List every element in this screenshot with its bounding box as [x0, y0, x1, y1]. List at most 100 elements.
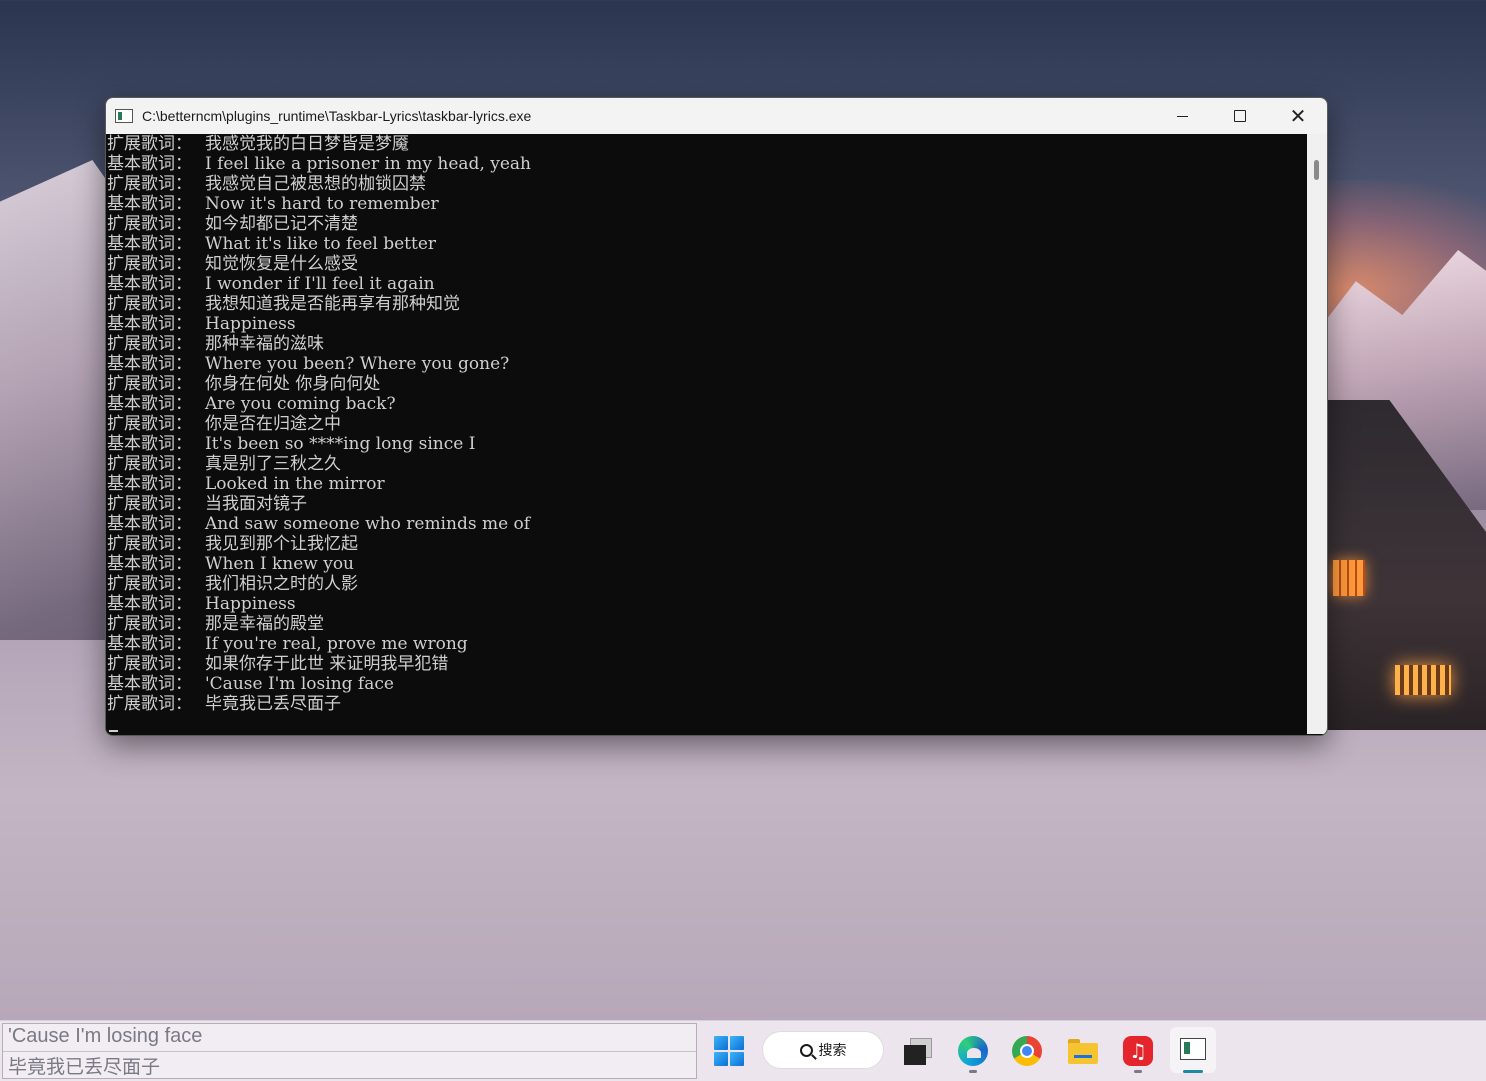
- console-line-text: I feel like a prisoner in my head, yeah: [205, 154, 531, 174]
- console-active-indicator: [1183, 1070, 1203, 1073]
- console-line: 扩展歌词： 当我面对镜子: [107, 494, 1306, 514]
- console-line-text: 那种幸福的滋味: [205, 334, 324, 354]
- lyric-translation-line: 毕竟我已丢尽面子: [8, 1056, 161, 1078]
- taskbar-lyrics-widget: 'Cause I'm losing face 毕竟我已丢尽面子: [2, 1023, 697, 1079]
- maximize-button[interactable]: [1211, 98, 1269, 134]
- console-line-text: Happiness: [205, 314, 296, 334]
- console-line-text: 我想知道我是否能再享有那种知觉: [205, 294, 460, 314]
- console-line: 扩展歌词： 知觉恢复是什么感受: [107, 254, 1306, 274]
- console-line-text: 我们相识之时的人影: [205, 574, 358, 594]
- console-line: 扩展歌词： 毕竟我已丢尽面子: [107, 694, 1306, 714]
- console-line: 基本歌词： Happiness: [107, 594, 1306, 614]
- console-line-text: Looked in the mirror: [205, 474, 385, 494]
- console-line: 扩展歌词： 真是别了三秋之久: [107, 454, 1306, 474]
- console-line-text: It's been so ****ing long since I: [205, 434, 476, 454]
- file-explorer-icon[interactable]: [1068, 1036, 1098, 1066]
- console-line: 基本歌词： 'Cause I'm losing face: [107, 674, 1306, 694]
- console-line-label: 扩展歌词：: [107, 494, 192, 514]
- console-line-text: Where you been? Where you gone?: [205, 354, 510, 374]
- console-line-label: 扩展歌词：: [107, 294, 192, 314]
- console-line-label: 扩展歌词：: [107, 574, 192, 594]
- console-line: 基本歌词： When I knew you: [107, 554, 1306, 574]
- console-line-label: 扩展歌词：: [107, 374, 192, 394]
- lyric-main-line: 'Cause I'm losing face: [8, 1025, 203, 1047]
- console-line-text: 我感觉我的白日梦皆是梦魇: [205, 134, 409, 154]
- console-line: 基本歌词： Are you coming back?: [107, 394, 1306, 414]
- console-line-text: 'Cause I'm losing face: [205, 674, 394, 694]
- console-line-text: 毕竟我已丢尽面子: [205, 694, 341, 714]
- vertical-scrollbar[interactable]: [1307, 134, 1327, 734]
- console-line-text: 我感觉自己被思想的枷锁囚禁: [205, 174, 426, 194]
- netease-music-icon[interactable]: ♫: [1123, 1036, 1153, 1066]
- console-line: 扩展歌词： 那是幸福的殿堂: [107, 614, 1306, 634]
- console-line-text: 知觉恢复是什么感受: [205, 254, 358, 274]
- console-line-text: I wonder if I'll feel it again: [205, 274, 435, 294]
- minimize-icon: [1176, 115, 1188, 117]
- text-cursor: [109, 730, 118, 732]
- scrollbar-thumb[interactable]: [1314, 160, 1319, 180]
- console-line-label: 扩展歌词：: [107, 454, 192, 474]
- console-line-label: 基本歌词：: [107, 274, 192, 294]
- console-line: 扩展歌词： 我想知道我是否能再享有那种知觉: [107, 294, 1306, 314]
- chrome-icon[interactable]: [1012, 1036, 1042, 1066]
- window-title: C:\betterncm\plugins_runtime\Taskbar-Lyr…: [142, 108, 532, 124]
- console-line: 基本歌词： Where you been? Where you gone?: [107, 354, 1306, 374]
- search-button[interactable]: 搜索: [762, 1031, 884, 1069]
- console-line: 基本歌词： I feel like a prisoner in my head, …: [107, 154, 1306, 174]
- console-line: 扩展歌词： 我感觉自己被思想的枷锁囚禁: [107, 174, 1306, 194]
- console-line: 扩展歌词： 如今却都已记不清楚: [107, 214, 1306, 234]
- console-line: 基本歌词： If you're real, prove me wrong: [107, 634, 1306, 654]
- netease-running-indicator: [1134, 1070, 1142, 1073]
- console-line-label: 基本歌词：: [107, 594, 192, 614]
- console-line-label: 扩展歌词：: [107, 254, 192, 274]
- task-view-icon[interactable]: [902, 1036, 932, 1066]
- console-line-text: Now it's hard to remember: [205, 194, 439, 214]
- console-line: 扩展歌词： 你是否在归途之中: [107, 414, 1306, 434]
- console-line: 基本歌词： It's been so ****ing long since I: [107, 434, 1306, 454]
- console-line-label: 基本歌词：: [107, 434, 192, 454]
- console-line: 基本歌词： And saw someone who reminds me of: [107, 514, 1306, 534]
- console-lines: 扩展歌词： 我感觉我的白日梦皆是梦魇 基本歌词： I feel like a pris…: [106, 134, 1306, 714]
- console-output[interactable]: 扩展歌词： 我感觉我的白日梦皆是梦魇 基本歌词： I feel like a pris…: [106, 134, 1306, 734]
- console-line: 扩展歌词： 如果你存于此世 来证明我早犯错: [107, 654, 1306, 674]
- close-button[interactable]: ✕: [1269, 98, 1327, 134]
- console-line-label: 基本歌词：: [107, 394, 192, 414]
- console-line-text: 如今却都已记不清楚: [205, 214, 358, 234]
- console-line: 扩展歌词： 那种幸福的滋味: [107, 334, 1306, 354]
- start-icon[interactable]: [714, 1036, 744, 1066]
- console-window[interactable]: C:\betterncm\plugins_runtime\Taskbar-Lyr…: [105, 97, 1328, 736]
- search-label: 搜索: [818, 1043, 847, 1059]
- console-line-label: 扩展歌词：: [107, 614, 192, 634]
- console-line: 基本歌词： What it's like to feel better: [107, 234, 1306, 254]
- close-icon: ✕: [1289, 104, 1307, 128]
- console-line-label: 基本歌词：: [107, 234, 192, 254]
- console-line-text: 真是别了三秋之久: [205, 454, 341, 474]
- console-line-label: 基本歌词：: [107, 554, 192, 574]
- console-line-text: 如果你存于此世 来证明我早犯错: [205, 654, 449, 674]
- console-line-text: 你是否在归途之中: [205, 414, 341, 434]
- console-line-text: And saw someone who reminds me of: [205, 514, 531, 534]
- cabin-lit-window: [1333, 560, 1365, 596]
- console-line-label: 扩展歌词：: [107, 414, 192, 434]
- console-app-taskbar-button[interactable]: [1170, 1027, 1216, 1073]
- console-line-label: 基本歌词：: [107, 674, 192, 694]
- console-line-text: When I knew you: [205, 554, 355, 574]
- taskbar: 'Cause I'm losing face 毕竟我已丢尽面子 搜索 ♫: [0, 1020, 1486, 1081]
- console-line-label: 基本歌词：: [107, 634, 192, 654]
- window-titlebar[interactable]: C:\betterncm\plugins_runtime\Taskbar-Lyr…: [106, 98, 1327, 134]
- console-line: 扩展歌词： 你身在何处 你身向何处: [107, 374, 1306, 394]
- console-line-label: 扩展歌词：: [107, 654, 192, 674]
- console-line: 扩展歌词： 我感觉我的白日梦皆是梦魇: [107, 134, 1306, 154]
- console-line-text: Are you coming back?: [205, 394, 396, 414]
- console-line-label: 基本歌词：: [107, 354, 192, 374]
- console-line-text: 当我面对镜子: [205, 494, 307, 514]
- console-line: 扩展歌词： 我们相识之时的人影: [107, 574, 1306, 594]
- console-line-label: 扩展歌词：: [107, 134, 192, 154]
- maximize-icon: [1234, 110, 1246, 122]
- console-app-icon: [1180, 1038, 1206, 1060]
- console-line-label: 基本歌词：: [107, 514, 192, 534]
- console-line-label: 基本歌词：: [107, 194, 192, 214]
- minimize-button[interactable]: [1153, 98, 1211, 134]
- edge-icon[interactable]: [958, 1036, 988, 1066]
- console-line-label: 基本歌词：: [107, 154, 192, 174]
